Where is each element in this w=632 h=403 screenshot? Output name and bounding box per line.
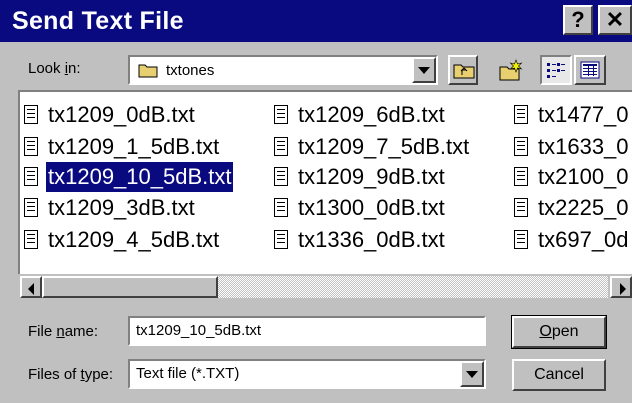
text-file-icon	[514, 166, 528, 186]
file-item[interactable]: tx1209_4_5dB.txt	[24, 225, 221, 255]
text-file-icon	[514, 197, 528, 217]
text-file-icon	[24, 166, 38, 186]
text-file-icon	[274, 104, 288, 124]
text-file-icon	[274, 229, 288, 249]
list-view-button[interactable]	[540, 55, 572, 85]
file-item[interactable]: tx1209_3dB.txt	[24, 193, 197, 223]
cancel-button[interactable]: Cancel	[512, 359, 606, 391]
text-file-icon	[274, 197, 288, 217]
scroll-left-button[interactable]	[20, 276, 42, 298]
file-item[interactable]: tx2100_0	[514, 162, 631, 192]
arrow-right-icon	[620, 283, 626, 295]
text-file-icon	[274, 136, 288, 156]
file-item[interactable]: tx1209_6dB.txt	[274, 100, 447, 130]
chevron-down-icon	[466, 371, 478, 378]
scroll-right-button[interactable]	[610, 276, 632, 298]
file-type-label: Files of type:	[28, 366, 114, 383]
folder-icon	[138, 62, 158, 83]
file-item[interactable]: tx1209_7_5dB.txt	[274, 132, 471, 162]
open-button[interactable]: Open	[511, 315, 607, 349]
close-button[interactable]: ✕	[598, 5, 632, 35]
file-item[interactable]: tx1209_1_5dB.txt	[24, 132, 221, 162]
arrow-left-icon	[28, 283, 34, 295]
text-file-icon	[24, 197, 38, 217]
list-view-icon	[546, 61, 566, 84]
help-button[interactable]: ?	[563, 5, 593, 35]
file-item[interactable]: tx1300_0dB.txt	[274, 193, 447, 223]
text-file-icon	[514, 229, 528, 249]
look-in-dropdown-arrow[interactable]	[412, 57, 436, 83]
file-item[interactable]: tx1477_0	[514, 100, 631, 130]
details-view-icon	[580, 61, 600, 84]
file-type-value: Text file (*.TXT)	[136, 365, 240, 382]
text-file-icon	[514, 136, 528, 156]
chevron-down-icon	[418, 67, 430, 74]
file-name-input[interactable]: tx1209_10_5dB.txt	[128, 316, 486, 346]
new-folder-button[interactable]	[495, 55, 525, 85]
window-title: Send Text File	[12, 7, 184, 35]
scroll-track[interactable]	[218, 276, 608, 298]
file-item[interactable]: tx2225_0	[514, 193, 631, 223]
title-bar[interactable]: Send Text File ? ✕	[0, 0, 632, 42]
details-view-button[interactable]	[574, 55, 606, 85]
look-in-label: Look in:	[28, 60, 81, 77]
text-file-icon	[24, 229, 38, 249]
look-in-dropdown[interactable]: txtones	[128, 55, 438, 85]
file-item[interactable]: tx1209_0dB.txt	[24, 100, 197, 130]
file-item[interactable]: tx697_0d	[514, 225, 631, 255]
file-item[interactable]: tx1209_9dB.txt	[274, 162, 447, 192]
file-item[interactable]: tx1336_0dB.txt	[274, 225, 447, 255]
file-type-dropdown-arrow[interactable]	[460, 361, 484, 387]
text-file-icon	[24, 104, 38, 124]
text-file-icon	[24, 136, 38, 156]
file-name-label: File name:	[28, 323, 99, 340]
file-item[interactable]: tx1633_0	[514, 132, 631, 162]
up-folder-icon	[453, 61, 475, 84]
file-list[interactable]: tx1209_0dB.txt tx1209_1_5dB.txt tx1209_1…	[18, 90, 632, 300]
file-type-dropdown[interactable]: Text file (*.TXT)	[128, 359, 486, 389]
text-file-icon	[514, 104, 528, 124]
text-file-icon	[274, 166, 288, 186]
horizontal-scrollbar[interactable]	[18, 274, 632, 300]
up-one-level-button[interactable]	[448, 55, 478, 85]
look-in-value: txtones	[166, 62, 215, 79]
file-item-selected[interactable]: tx1209_10_5dB.txt	[24, 161, 235, 193]
new-folder-icon	[499, 59, 523, 86]
scroll-thumb[interactable]	[42, 276, 218, 298]
